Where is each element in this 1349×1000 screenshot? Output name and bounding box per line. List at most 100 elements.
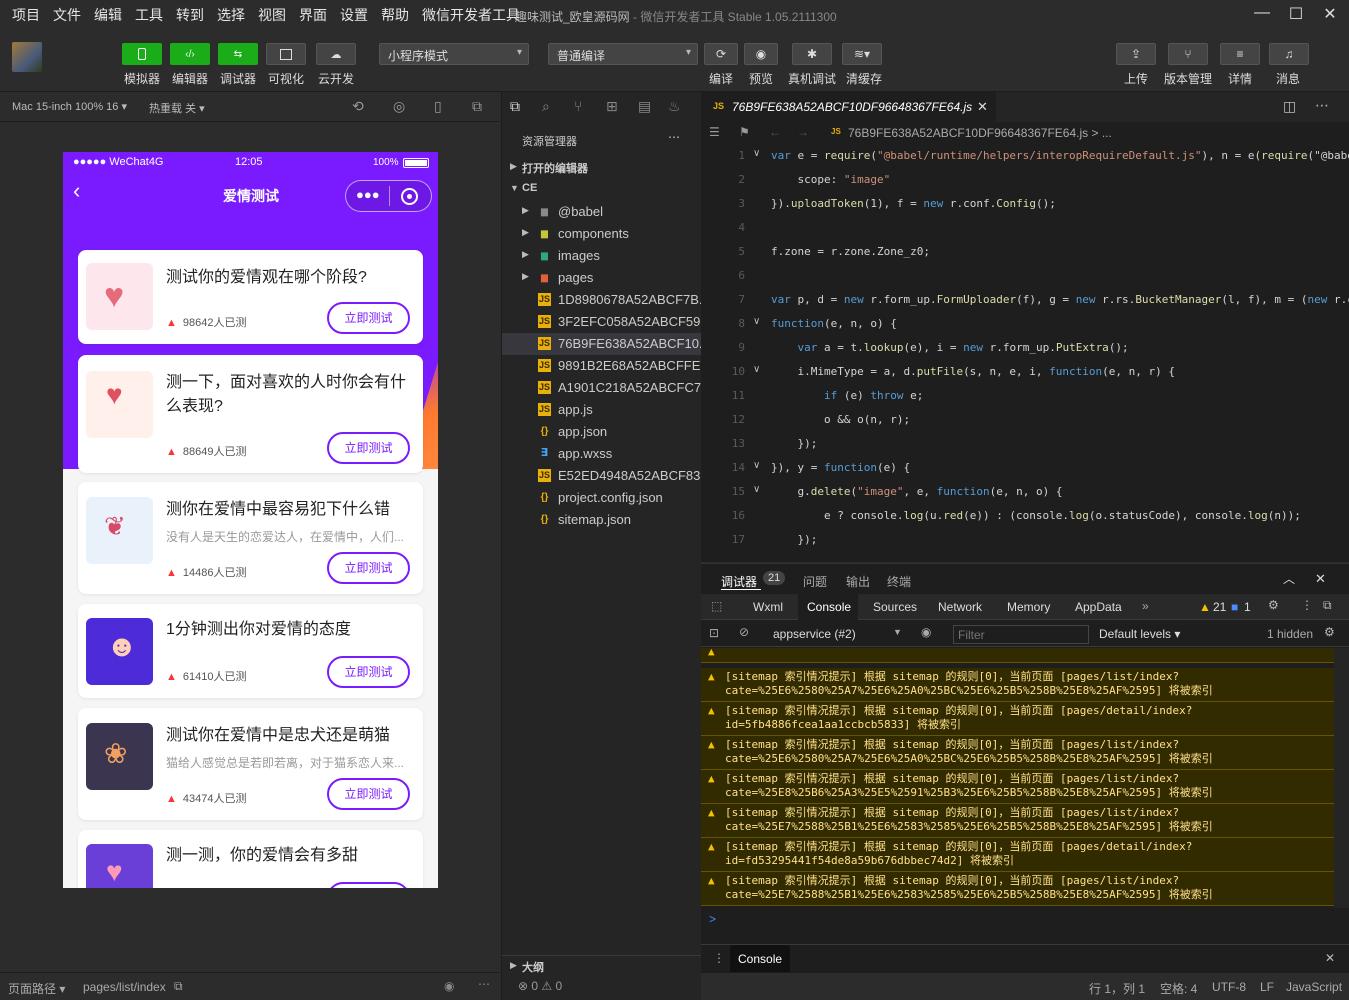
details-button[interactable]: ≡ (1220, 43, 1260, 65)
close-icon[interactable]: ✕ (1325, 951, 1335, 965)
storage-icon[interactable]: ▤ (638, 98, 651, 115)
git-icon[interactable]: ⑂ (574, 98, 582, 114)
close-icon[interactable]: ✕ (1315, 571, 1326, 587)
preview-button[interactable]: ◉ (744, 43, 778, 65)
start-quiz-button[interactable]: 立即测试 (327, 778, 410, 810)
quiz-card[interactable]: ☻ 1分钟测出你对爱情的态度 ▲ 61410人已测 立即测试 (78, 604, 423, 698)
menu-view[interactable]: 视图 (258, 5, 286, 25)
tree-file[interactable]: {} sitemap.json (502, 509, 702, 531)
popout-icon[interactable]: ⧉ (472, 98, 482, 115)
undock-icon[interactable]: ⧉ (1323, 598, 1332, 613)
start-quiz-button[interactable]: 立即测试 (327, 432, 410, 464)
inspect-icon[interactable]: ⬚ (711, 599, 722, 613)
tree-file[interactable]: {} app.json (502, 421, 702, 443)
tree-folder[interactable]: ▶ ▆ pages (502, 267, 702, 289)
menu-project[interactable]: 项目 (12, 5, 40, 25)
menu-goto[interactable]: 转到 (176, 5, 204, 25)
start-quiz-button[interactable]: 立即测试 (327, 302, 410, 334)
quiz-card[interactable]: ♥ 测一下，面对喜欢的人时你会有什么表现? ▲ 88649人已测 立即测试 (78, 355, 423, 473)
breadcrumb-path[interactable]: 76B9FE638A52ABCF10DF96648367FE64.js > ..… (848, 126, 1112, 140)
devtab-console[interactable]: Console (807, 600, 851, 614)
menu-help[interactable]: 帮助 (381, 5, 409, 25)
compile-button[interactable]: ⟳ (704, 43, 738, 65)
devtab-sources[interactable]: Sources (873, 600, 917, 614)
messages-button[interactable]: ♫ (1269, 43, 1309, 65)
quiz-card[interactable]: ♥ 测一测，你的爱情会有多甜 (78, 830, 423, 888)
tree-folder[interactable]: ▶ ▆ @babel (502, 201, 702, 223)
tree-folder[interactable]: ▶ ▆ components (502, 223, 702, 245)
menu-edit[interactable]: 编辑 (94, 5, 122, 25)
start-quiz-button[interactable]: 立即测试 (327, 656, 410, 688)
devtab-wxml[interactable]: Wxml (753, 600, 783, 614)
menu-file[interactable]: 文件 (53, 5, 81, 25)
visual-button[interactable] (266, 43, 306, 65)
tree-file[interactable]: {} project.config.json (502, 487, 702, 509)
gear-icon[interactable]: ⚙ (1324, 625, 1335, 639)
bookmark-icon[interactable]: ⚑ (739, 125, 750, 139)
filter-input[interactable] (953, 625, 1089, 644)
clear-cache-button[interactable]: ≋▾ (842, 43, 882, 65)
device-select[interactable]: Mac 15-inch 100% 16 ▾ (12, 100, 127, 113)
line-ending[interactable]: LF (1260, 980, 1274, 994)
search-icon[interactable]: ⌕ (542, 98, 550, 115)
more-icon[interactable]: ⋯ (1315, 97, 1329, 114)
problems-status[interactable]: ⊗ 0 ⚠ 0 (518, 979, 562, 993)
editor-tab-active[interactable]: JS 76B9FE638A52ABCF10DF96648367FE64.js ✕ (701, 92, 996, 122)
files-icon[interactable]: ⧉ (510, 98, 520, 115)
tree-file[interactable]: JS 9891B2E68A52ABCFFE... (502, 355, 702, 377)
minimize-icon[interactable]: — (1250, 4, 1274, 26)
back-icon[interactable]: ← (769, 125, 781, 139)
split-editor-icon[interactable]: ◫ (1283, 98, 1296, 115)
docker-icon[interactable]: ♨ (668, 98, 681, 115)
kebab-icon[interactable]: ⋮ (713, 951, 725, 965)
more-icon[interactable]: ⋯ (668, 130, 680, 144)
record-icon[interactable]: ◎ (393, 98, 405, 115)
indentation[interactable]: 空格: 4 (1160, 980, 1197, 997)
devtab-memory[interactable]: Memory (1007, 600, 1050, 614)
tab-terminal[interactable]: 终端 (887, 573, 911, 590)
tree-file-selected[interactable]: JS 76B9FE638A52ABCF10... (502, 333, 702, 355)
maximize-icon[interactable]: ☐ (1284, 4, 1308, 26)
menu-interface[interactable]: 界面 (299, 5, 327, 25)
menu-tools[interactable]: 工具 (135, 5, 163, 25)
extensions-icon[interactable]: ⊞ (606, 98, 618, 115)
tree-folder[interactable]: ▶ ▆ images (502, 245, 702, 267)
menu-settings[interactable]: 设置 (340, 5, 368, 25)
scrollbar[interactable] (1334, 648, 1349, 908)
info-count[interactable]: 1 (1244, 600, 1251, 614)
version-button[interactable]: ⑂ (1168, 43, 1208, 65)
more-icon[interactable]: ●●● (356, 187, 380, 202)
tree-file[interactable]: JS app.js (502, 399, 702, 421)
tab-output[interactable]: 输出 (846, 573, 870, 590)
simulator-button[interactable] (122, 43, 162, 65)
phone-icon[interactable]: ▯ (434, 98, 442, 115)
close-icon[interactable]: ✕ (1318, 4, 1342, 26)
fold-chevron-icon[interactable]: ∨ (753, 364, 760, 375)
rotate-icon[interactable]: ⟲ (352, 98, 364, 115)
cloud-button[interactable]: ☁ (316, 43, 356, 65)
encoding[interactable]: UTF-8 (1212, 980, 1246, 994)
more-icon[interactable]: ⋯ (478, 977, 490, 991)
drawer-console-tab[interactable]: Console (738, 952, 782, 966)
warning-count[interactable]: 21 (1213, 600, 1226, 614)
sidebar-toggle-icon[interactable]: ⊡ (709, 626, 719, 640)
clear-console-icon[interactable]: ⊘ (739, 625, 749, 639)
debugger-button[interactable]: ⇆ (218, 43, 258, 65)
menu-select[interactable]: 选择 (217, 5, 245, 25)
editor-button[interactable]: ‹/› (170, 43, 210, 65)
code-editor[interactable]: 1 ∨ var e = require("@babel/runtime/helper… (701, 144, 1349, 562)
kebab-icon[interactable]: ⋮ (1301, 598, 1313, 612)
open-editors-section[interactable]: ▶ 打开的编辑器 (502, 157, 702, 179)
root-folder[interactable]: ▼ CE (502, 179, 702, 201)
devtab-network[interactable]: Network (938, 600, 982, 614)
copy-icon[interactable]: ⧉ (174, 979, 183, 994)
cursor-position[interactable]: 行 1，列 1 (1089, 980, 1145, 997)
context-select[interactable]: appservice (#2) (773, 627, 856, 641)
eye-icon[interactable]: ◉ (921, 625, 931, 639)
start-quiz-button[interactable]: 立即测试 (327, 552, 410, 584)
forward-icon[interactable]: → (797, 125, 809, 139)
tree-file[interactable]: JS 3F2EFC058A52ABCF59... (502, 311, 702, 333)
back-icon[interactable]: ‹ (73, 180, 80, 202)
devtab-appdata[interactable]: AppData (1075, 600, 1122, 614)
avatar[interactable] (12, 42, 42, 72)
